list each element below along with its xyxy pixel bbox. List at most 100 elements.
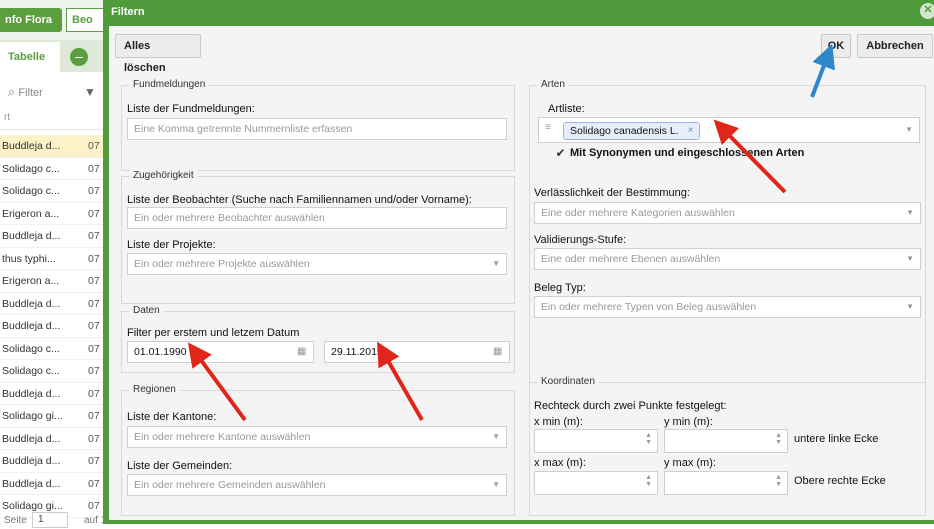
dialog-header: Filtern ✕ bbox=[103, 0, 934, 26]
table-row[interactable]: Solidago c... 07 bbox=[0, 158, 110, 180]
beobachtungen-button[interactable]: Beo bbox=[66, 8, 106, 32]
row-date: 07 bbox=[88, 230, 100, 242]
upper-right-label: Obere rechte Ecke bbox=[794, 475, 886, 487]
spinner-icon[interactable]: ▲ ▼ bbox=[775, 474, 782, 488]
row-species: Solidago gi... bbox=[2, 410, 63, 422]
projekte-label: Liste der Projekte: bbox=[127, 239, 216, 251]
validierung-placeholder: Eine oder mehrere Ebenen auswählen bbox=[541, 253, 721, 265]
ymin-label: y min (m): bbox=[664, 416, 713, 428]
row-species: Buddleja d... bbox=[2, 140, 61, 152]
lower-left-label: untere linke Ecke bbox=[794, 433, 879, 445]
xmin-input[interactable]: ▲ ▼ bbox=[534, 429, 658, 453]
ymin-input[interactable]: ▲ ▼ bbox=[664, 429, 788, 453]
chevron-down-icon: ▼ bbox=[906, 302, 914, 311]
table-row[interactable]: Buddleja d... 07 bbox=[0, 428, 110, 450]
table-row[interactable]: Solidago c... 07 bbox=[0, 360, 110, 383]
fieldset-regionen: Regionen Liste der Kantone: Ein oder meh… bbox=[121, 384, 515, 516]
fundmeldungen-placeholder: Eine Komma getrennte Nummernliste erfass… bbox=[134, 123, 353, 135]
verlaesslichkeit-label: Verlässlichkeit der Bestimmung: bbox=[534, 187, 690, 199]
synonym-checkbox[interactable]: ✔ bbox=[554, 147, 567, 160]
observation-list: Buddleja d... 07 Solidago c... 07 Solidago c… bbox=[0, 135, 110, 518]
table-row[interactable]: Erigeron a... 07 bbox=[0, 203, 110, 225]
table-row[interactable]: Erigeron a... 07 bbox=[0, 270, 110, 293]
row-species: thus typhi... bbox=[2, 252, 56, 265]
validierung-select[interactable]: Eine oder mehrere Ebenen auswählen ▼ bbox=[534, 248, 921, 270]
table-row[interactable]: Buddleja d... 07 bbox=[0, 450, 110, 473]
beobachter-select[interactable]: Ein oder mehrere Beobachter auswählen bbox=[127, 207, 507, 229]
filter-search-field[interactable]: ⌕ Filter bbox=[8, 80, 78, 104]
table-row[interactable]: Solidago gi... 07 bbox=[0, 405, 110, 428]
clear-all-button[interactable]: Alles löschen bbox=[115, 34, 201, 74]
kantone-select[interactable]: Ein oder mehrere Kantone auswählen ▼ bbox=[127, 426, 507, 448]
row-species: Solidago c... bbox=[2, 162, 60, 175]
table-row[interactable]: Buddleja d... 07 bbox=[0, 293, 110, 315]
beobachter-label: Liste der Beobachter (Suche nach Familie… bbox=[127, 194, 472, 206]
beleg-select[interactable]: Ein oder mehrere Typen von Beleg auswähl… bbox=[534, 296, 921, 318]
dialog-title: Filtern bbox=[111, 6, 145, 18]
projekte-select[interactable]: Ein oder mehrere Projekte auswählen ▼ bbox=[127, 253, 507, 275]
row-species: Solidago c... bbox=[2, 365, 60, 377]
calendar-icon[interactable]: ▦ bbox=[297, 346, 309, 358]
row-species: Buddleja d... bbox=[2, 477, 61, 490]
legend-regionen: Regionen bbox=[129, 384, 180, 395]
close-icon[interactable]: ✕ bbox=[920, 3, 934, 19]
minus-circle-icon[interactable]: – bbox=[70, 48, 88, 66]
row-date: 07 bbox=[88, 162, 100, 175]
cancel-button[interactable]: Abbrechen bbox=[857, 34, 933, 58]
verlaesslichkeit-select[interactable]: Eine oder mehrere Kategorien auswählen ▼ bbox=[534, 202, 921, 224]
kantone-placeholder: Ein oder mehrere Kantone auswählen bbox=[134, 431, 311, 443]
row-species: Buddleja d... bbox=[2, 432, 61, 445]
fieldset-koordinaten: Koordinaten Rechteck durch zwei Punkte f… bbox=[529, 376, 926, 516]
table-row[interactable]: Solidago c... 07 bbox=[0, 338, 110, 360]
gemeinden-placeholder: Ein oder mehrere Gemeinden auswählen bbox=[134, 479, 326, 491]
table-row[interactable]: thus typhi... 07 bbox=[0, 248, 110, 270]
row-species: Buddleja d... bbox=[2, 230, 61, 242]
spinner-icon[interactable]: ▲ ▼ bbox=[645, 474, 652, 488]
xmax-label: x max (m): bbox=[534, 457, 586, 469]
table-row[interactable]: Solidago c... 07 bbox=[0, 180, 110, 203]
fieldset-fundmeldungen: Fundmeldungen Liste der Fundmeldungen: E… bbox=[121, 79, 515, 171]
artliste-select[interactable]: ≡ Solidago canadensis L. × ▼ bbox=[538, 117, 920, 143]
row-date: 07 bbox=[88, 185, 100, 197]
page-number-input[interactable]: 1 bbox=[32, 512, 68, 528]
ok-button[interactable]: OK bbox=[821, 34, 851, 58]
xmax-input[interactable]: ▲ ▼ bbox=[534, 471, 658, 495]
filter-label: Filter bbox=[18, 87, 43, 99]
table-row[interactable]: Buddleja d... 07 bbox=[0, 135, 110, 158]
ymax-input[interactable]: ▲ ▼ bbox=[664, 471, 788, 495]
spinner-icon[interactable]: ▲ ▼ bbox=[645, 432, 652, 446]
tag-remove-icon[interactable]: × bbox=[688, 123, 694, 139]
validierung-label: Validierungs-Stufe: bbox=[534, 234, 627, 246]
date-from-input[interactable]: 01.01.1990 ▦ bbox=[127, 341, 314, 363]
row-species: Erigeron a... bbox=[2, 207, 60, 220]
row-date: 07 bbox=[88, 387, 100, 400]
table-row[interactable]: Buddleja d... 07 bbox=[0, 383, 110, 405]
info-flora-button[interactable]: nfo Flora bbox=[0, 8, 62, 32]
calendar-icon[interactable]: ▦ bbox=[493, 346, 505, 358]
funnel-icon[interactable]: ▼ bbox=[84, 86, 96, 98]
synonym-label: Mit Synonymen und eingeschlossenen Arten bbox=[570, 147, 805, 159]
row-date: 07 bbox=[88, 365, 100, 377]
chevron-down-icon: ▼ bbox=[492, 480, 500, 489]
table-row[interactable]: Buddleja d... 07 bbox=[0, 315, 110, 338]
date-from-value: 01.01.1990 bbox=[134, 346, 187, 358]
fundmeldungen-input[interactable]: Eine Komma getrennte Nummernliste erfass… bbox=[127, 118, 507, 140]
gemeinden-select[interactable]: Ein oder mehrere Gemeinden auswählen ▼ bbox=[127, 474, 507, 496]
fundmeldungen-label: Liste der Fundmeldungen: bbox=[127, 103, 255, 115]
tab-tabelle[interactable]: Tabelle bbox=[0, 42, 60, 72]
date-to-input[interactable]: 29.11.2019 ▦ bbox=[324, 341, 510, 363]
drag-handle-icon[interactable]: ≡ bbox=[545, 123, 555, 138]
row-date: 07 bbox=[88, 410, 100, 422]
row-species: Erigeron a... bbox=[2, 275, 60, 287]
row-species: Buddleja d... bbox=[2, 455, 61, 467]
species-tag-label: Solidago canadensis L. bbox=[570, 125, 679, 137]
chevron-down-icon: ▼ bbox=[906, 208, 914, 217]
table-row[interactable]: Buddleja d... 07 bbox=[0, 473, 110, 495]
beleg-placeholder: Ein oder mehrere Typen von Beleg auswähl… bbox=[541, 301, 757, 313]
row-species: Buddleja d... bbox=[2, 387, 61, 400]
xmin-label: x min (m): bbox=[534, 416, 583, 428]
beleg-label: Beleg Typ: bbox=[534, 282, 586, 294]
table-row[interactable]: Buddleja d... 07 bbox=[0, 225, 110, 248]
koordinaten-desc: Rechteck durch zwei Punkte festgelegt: bbox=[534, 400, 727, 412]
spinner-icon[interactable]: ▲ ▼ bbox=[775, 432, 782, 446]
